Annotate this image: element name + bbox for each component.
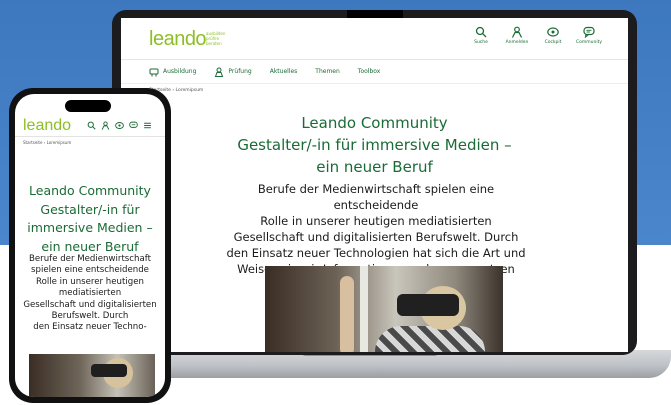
chat-icon [583,26,595,38]
logo-tagline: ausbilden prüfen beraten [206,31,226,46]
title-line: Gestalter/-in für [40,201,140,217]
person-icon [215,67,224,77]
user-icon [511,26,523,38]
body-line: Rolle in unserer heutigen mediatisierten [260,214,492,228]
body-line: spielen eine entscheidende [31,265,149,276]
nav-ausbildung[interactable]: Ausbildung [149,67,196,77]
title-line: ein neuer Beruf [316,158,433,176]
body-line: Berufswelt. Durch [51,311,129,322]
body-line: Berufe der Medienwirtschaft spielen eine… [257,182,495,212]
nav-pruefung[interactable]: Prüfung [214,67,252,77]
cockpit-button[interactable]: Cockpit [540,26,566,45]
login-label: Anmelden [505,40,529,45]
cap-icon [149,68,159,76]
laptop: leando ausbilden prüfen beraten Suche An… [112,10,637,355]
nav-label: Themen [315,68,340,75]
leando-logo[interactable]: leando [149,28,207,51]
site-header: leando ausbilden prüfen beraten Suche An… [121,18,628,60]
phone-screen: leando Startseite › Loremipsum Leando Co… [15,94,165,397]
nav-aktuelles[interactable]: Aktuelles [270,68,298,75]
search-button[interactable]: Suche [468,26,494,45]
body-line: den Einsatz neuer Technologien hat sich … [226,246,526,260]
window-frame [360,266,368,352]
body-line: Berufe der Medienwirtschaft [29,254,151,264]
cockpit-icon[interactable] [115,121,124,130]
title-line: Leando Community [29,183,151,198]
page-title: Leando Community Gestalter/-in für immer… [121,112,628,178]
menu-icon[interactable] [143,121,152,130]
nav-label: Toolbox [357,68,381,75]
phone: leando Startseite › Loremipsum Leando Co… [9,88,171,403]
vr-headset [91,364,127,377]
article-image-mobile [29,354,155,397]
nav-toolbox[interactable]: Toolbox [358,68,381,75]
article-image [265,266,503,352]
article-body-mobile: Berufe der Medienwirtschaft spielen eine… [19,254,161,334]
mobile-header-actions [87,121,152,130]
photo-shirt [375,326,485,352]
search-icon[interactable] [87,121,96,130]
chat-icon[interactable] [129,121,138,130]
search-label: Suche [474,40,488,45]
title-line: Leando Community [301,114,448,132]
leando-logo-mobile[interactable]: leando [23,117,71,135]
mobile-header-divider [15,136,165,137]
cockpit-label: Cockpit [544,40,562,45]
photo-arm [340,276,354,352]
dynamic-island [65,100,111,112]
nav-label: Prüfung [228,68,252,75]
main-navigation: Ausbildung Prüfung Aktuelles Themen Tool… [121,60,628,84]
page-title-mobile: Leando Community Gestalter/-in für immer… [15,182,165,256]
body-line: den Einsatz neuer Techno- [33,322,147,333]
community-label: Community [575,40,603,45]
nav-label: Aktuelles [269,68,298,75]
breadcrumb-mobile[interactable]: Startseite › Loremipsum [23,140,71,145]
user-icon[interactable] [101,121,110,130]
laptop-screen: leando ausbilden prüfen beraten Suche An… [121,18,628,352]
body-line: Rolle in unserer heutigen [36,276,144,287]
cockpit-icon [547,27,559,37]
header-actions: Suche Anmelden Cockpit Community [468,26,602,45]
vr-headset [397,294,459,316]
body-line: Gesellschaft und digitalisierten Berufsw… [233,230,519,244]
search-icon [475,26,487,38]
body-line: mediatisierten [58,288,122,299]
community-button[interactable]: Community [576,26,602,45]
body-line: Gesellschaft und digitalisierten [23,299,157,310]
title-line: Gestalter/-in für immersive Medien – [237,136,512,154]
title-line: immersive Medien – [27,220,153,235]
nav-themen[interactable]: Themen [315,68,340,75]
login-button[interactable]: Anmelden [504,26,530,45]
nav-label: Ausbildung [163,68,197,75]
